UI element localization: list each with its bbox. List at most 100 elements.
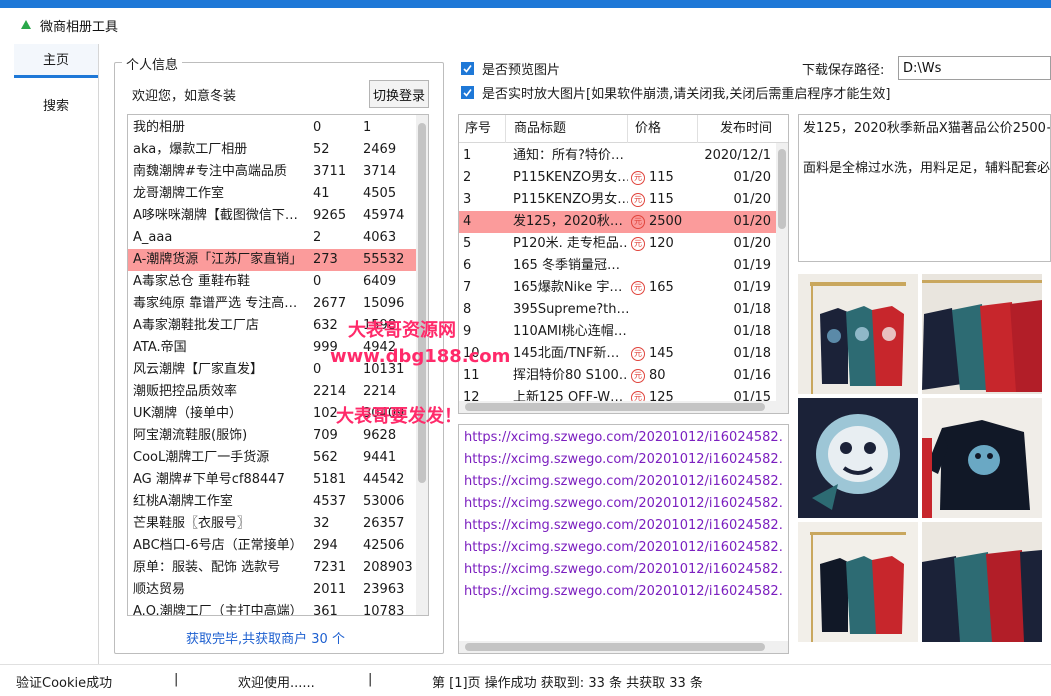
preview-option[interactable]: 是否预览图片	[461, 59, 560, 78]
album-row[interactable]: 阿宝潮流鞋服(服饰) 709 9628	[128, 425, 416, 447]
goods-table[interactable]: 序号 商品标题 价格 发布时间 1 通知：所有?特价… 2020/12/1 2 P115…	[458, 114, 789, 414]
album-row[interactable]: 南魏潮牌#专注中高端品质 3711 3714	[128, 161, 416, 183]
album-count: 294	[313, 538, 338, 553]
image-url-item[interactable]: https://xcimg.szwego.com/20201012/i16024…	[464, 449, 782, 471]
title-bar[interactable]: 微商相册工具	[0, 8, 1051, 42]
goods-table-hscroll-thumb[interactable]	[465, 403, 765, 411]
album-row[interactable]: A.O.潮牌工厂（主打中高端） 361 10783	[128, 601, 416, 615]
status-bar: 验证Cookie成功 | 欢迎使用...... | 第 [1]页 操作成功 获取…	[0, 664, 1051, 696]
album-row[interactable]: 芒果鞋服〖衣服号〗 32 26357	[128, 513, 416, 535]
col-date[interactable]: 发布时间	[720, 115, 772, 143]
goods-title: 395Supreme?th…	[513, 302, 628, 317]
goods-row[interactable]: 10 145北面/TNF新… 元 145 01/18	[459, 343, 777, 365]
product-thumbnail[interactable]	[922, 522, 1042, 642]
album-row[interactable]: A哆咪咪潮牌【截图微信下… 9265 45974	[128, 205, 416, 227]
album-total: 45974	[363, 208, 405, 223]
goods-title: 165爆款Nike 宇…	[513, 280, 623, 295]
goods-row[interactable]: 11 挥泪特价80 S100… 元 80 01/16	[459, 365, 777, 387]
realtime-checkbox[interactable]	[461, 86, 474, 99]
product-thumbnail[interactable]	[798, 398, 918, 518]
goods-table-scroll-thumb[interactable]	[778, 149, 786, 229]
download-path-input[interactable]	[898, 56, 1051, 80]
goods-row[interactable]: 9 110AMI桃心连帽… 01/18	[459, 321, 777, 343]
url-list-hscrollbar[interactable]	[459, 641, 788, 653]
album-row[interactable]: 原单：服装、配饰 选款号 7231 208903	[128, 557, 416, 579]
goods-table-hscrollbar[interactable]	[459, 401, 788, 413]
album-count: 32	[313, 516, 330, 531]
album-list-scroll-thumb[interactable]	[418, 123, 426, 483]
album-row[interactable]: UK潮牌（接单中） 102 30409	[128, 403, 416, 425]
album-row[interactable]: 毒家纯原 靠谱严选 专注高… 2677 15096	[128, 293, 416, 315]
goods-row[interactable]: 3 P115KENZO男女… 元 115 01/20	[459, 189, 777, 211]
image-url-list[interactable]: https://xcimg.szwego.com/20201012/i16024…	[458, 424, 789, 654]
col-no[interactable]: 序号	[465, 115, 491, 143]
album-name: 毒家纯原 靠谱严选 专注高…	[133, 296, 298, 311]
album-count: 2677	[313, 296, 347, 311]
col-separator	[505, 115, 506, 143]
image-url-item[interactable]: https://xcimg.szwego.com/20201012/i16024…	[464, 515, 782, 537]
album-count: 7231	[313, 560, 347, 575]
goods-date: 01/20	[733, 192, 771, 207]
image-url-item[interactable]: https://xcimg.szwego.com/20201012/i16024…	[464, 493, 782, 515]
nav-home[interactable]: 主页	[14, 44, 98, 78]
goods-row[interactable]: 6 165 冬季销量冠… 01/19	[459, 255, 777, 277]
album-row[interactable]: A毒家总仓 重鞋布鞋 0 6409	[128, 271, 416, 293]
album-row[interactable]: 顺达贸易 2011 23963	[128, 579, 416, 601]
album-row[interactable]: A毒家潮鞋批发工厂店 632 1598	[128, 315, 416, 337]
image-url-item[interactable]: https://xcimg.szwego.com/20201012/i16024…	[464, 559, 782, 581]
album-row[interactable]: ABC档口-6号店（正常接单） 294 42506	[128, 535, 416, 557]
preview-checkbox[interactable]	[461, 62, 474, 75]
album-row[interactable]: 龙哥潮牌工作室 41 4505	[128, 183, 416, 205]
album-row[interactable]: ATA.帝国 999 4942	[128, 337, 416, 359]
status-result: 第 [1]页 操作成功 获取到: 33 条 共获取 33 条	[432, 676, 703, 691]
album-total: 30409	[363, 406, 405, 421]
album-row[interactable]: A_aaa 2 4063	[128, 227, 416, 249]
album-list[interactable]: 我的相册 0 1 aka，爆款工厂相册 52 2469 南魏潮牌#专注中高端品质 3711 37…	[127, 114, 429, 616]
album-row[interactable]: AG 潮牌#下单号cf88447 5181 44542	[128, 469, 416, 491]
switch-login-button[interactable]: 切换登录	[369, 80, 429, 108]
fetch-status: 获取完毕,共获取商户 30 个	[186, 632, 345, 647]
album-row[interactable]: 风云潮牌【厂家直发】 0 10131	[128, 359, 416, 381]
album-row[interactable]: 潮贩把控品质效率 2214 2214	[128, 381, 416, 403]
goods-row[interactable]: 1 通知：所有?特价… 2020/12/1	[459, 145, 777, 167]
image-url-item[interactable]: https://xcimg.szwego.com/20201012/i16024…	[464, 471, 782, 493]
url-list-hscroll-thumb[interactable]	[465, 643, 765, 651]
nav-search[interactable]: 搜索	[14, 90, 98, 124]
description-box[interactable]: 发125，2020秋季新品X猫著品公价2500+ 面料是全棉过水洗，用料足足，辅…	[798, 114, 1051, 262]
col-separator	[627, 115, 628, 143]
album-name: 南魏潮牌#专注中高端品质	[133, 164, 287, 179]
goods-row[interactable]: 8 395Supreme?th… 01/18	[459, 299, 777, 321]
image-url-item[interactable]: https://xcimg.szwego.com/20201012/i16024…	[464, 581, 782, 603]
album-row[interactable]: CooL潮牌工厂一手货源 562 9441	[128, 447, 416, 469]
album-list-scrollbar[interactable]	[416, 115, 428, 615]
description-line: 面料是全棉过水洗，用料足足，辅料配套必	[803, 161, 1051, 176]
image-url-item[interactable]: https://xcimg.szwego.com/20201012/i16024…	[464, 427, 782, 449]
album-row[interactable]: 红桃A潮牌工作室 4537 53006	[128, 491, 416, 513]
product-thumbnail[interactable]	[798, 274, 918, 394]
album-name: 龙哥潮牌工作室	[133, 186, 225, 201]
goods-title: P120米. 走专柜品…	[513, 236, 628, 251]
album-count: 0	[313, 274, 322, 289]
col-price[interactable]: 价格	[635, 115, 661, 143]
album-count: 2214	[313, 384, 347, 399]
goods-table-scrollbar[interactable]	[776, 143, 788, 403]
product-thumbnail[interactable]	[798, 522, 918, 642]
album-total: 208903	[363, 560, 413, 575]
album-row[interactable]: A-潮牌货源「江苏厂家直销」 273 55532	[128, 249, 416, 271]
image-url-item[interactable]: https://xcimg.szwego.com/20201012/i16024…	[464, 537, 782, 559]
goods-price: 115	[649, 192, 674, 207]
goods-row[interactable]: 5 P120米. 走专柜品… 元 120 01/20	[459, 233, 777, 255]
goods-row[interactable]: 7 165爆款Nike 宇… 元 165 01/19	[459, 277, 777, 299]
product-thumbnail[interactable]	[922, 398, 1042, 518]
goods-row[interactable]: 4 发125，2020秋… 元 2500 01/20	[459, 211, 777, 233]
goods-row[interactable]: 2 P115KENZO男女… 元 115 01/20	[459, 167, 777, 189]
album-total: 9628	[363, 428, 397, 443]
goods-date: 2020/12/1	[704, 148, 771, 163]
realtime-option[interactable]: 是否实时放大图片[如果软件崩溃,请关闭我,关闭后需重启程序才能生效]	[461, 83, 890, 102]
album-row[interactable]: 我的相册 0 1	[128, 117, 416, 139]
product-thumbnail[interactable]	[922, 274, 1042, 394]
album-name: A哆咪咪潮牌【截图微信下…	[133, 208, 298, 223]
album-row[interactable]: aka，爆款工厂相册 52 2469	[128, 139, 416, 161]
col-title[interactable]: 商品标题	[514, 115, 566, 143]
goods-title: 发125，2020秋…	[513, 214, 623, 229]
